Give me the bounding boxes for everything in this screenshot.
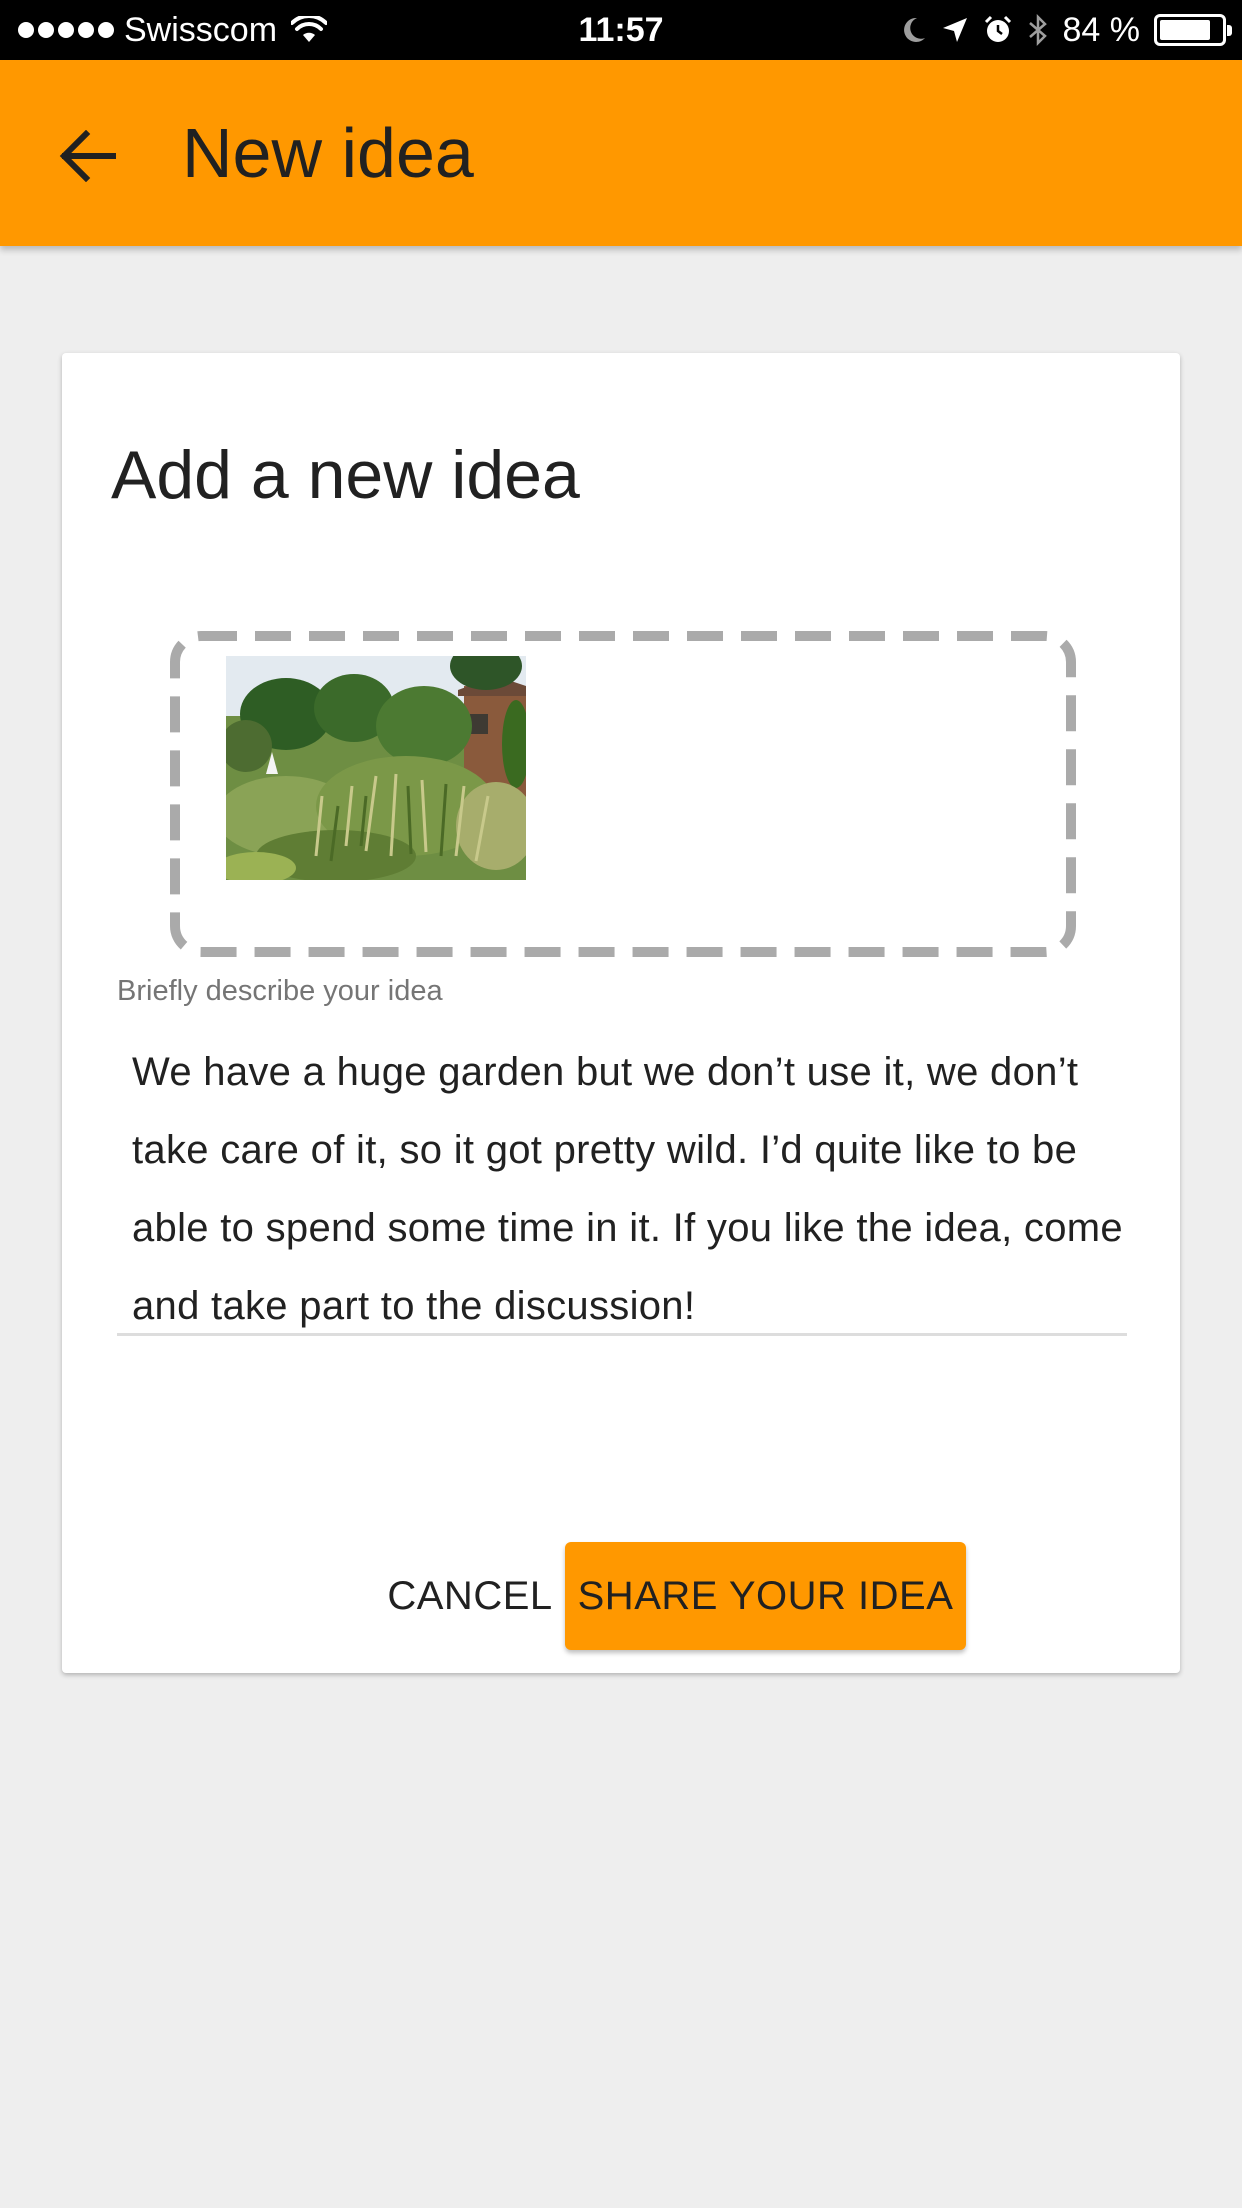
alarm-icon <box>984 15 1011 42</box>
status-bar: Swisscom 11:57 84 % <box>0 0 1242 60</box>
description-label: Briefly describe your idea <box>117 975 443 1007</box>
signal-dots-icon <box>18 22 114 38</box>
bluetooth-icon <box>1028 14 1047 46</box>
location-arrow-icon <box>942 18 967 42</box>
moon-icon <box>903 17 925 42</box>
carrier-name: Swisscom <box>124 10 278 49</box>
battery-percent: 84 % <box>1062 10 1141 49</box>
battery-icon <box>1154 14 1232 46</box>
new-idea-card: Add a new idea Briefly describe your ide… <box>62 353 1180 1673</box>
description-input[interactable]: We have a huge garden but we don’t use i… <box>132 1033 1132 1345</box>
app-bar: New idea <box>0 60 1242 246</box>
image-drop-zone[interactable] <box>170 631 1076 957</box>
description-underline <box>117 1333 1127 1336</box>
garden-photo[interactable] <box>226 656 526 880</box>
page-title: New idea <box>182 114 474 192</box>
arrow-back-icon <box>59 130 116 182</box>
share-idea-button[interactable]: SHARE YOUR IDEA <box>565 1542 966 1650</box>
card-title: Add a new idea <box>111 437 580 513</box>
back-button[interactable] <box>52 120 124 192</box>
wifi-icon <box>291 16 328 42</box>
